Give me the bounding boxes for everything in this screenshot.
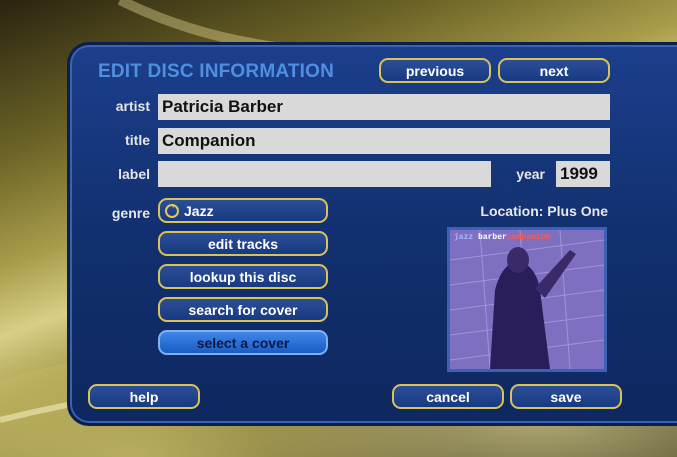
help-button[interactable]: help bbox=[88, 384, 200, 409]
select-cover-button[interactable]: select a cover bbox=[158, 330, 328, 355]
title-label: title bbox=[125, 132, 150, 148]
cancel-button[interactable]: cancel bbox=[392, 384, 504, 409]
location-text: Location: Plus One bbox=[480, 203, 608, 219]
label-field[interactable] bbox=[158, 161, 491, 187]
genre-selector[interactable]: Jazz bbox=[158, 198, 328, 223]
label-label: label bbox=[118, 166, 150, 182]
cover-caption: jazz barbercompanion bbox=[454, 233, 550, 242]
title-field[interactable]: Companion bbox=[158, 128, 610, 154]
previous-button[interactable]: previous bbox=[379, 58, 491, 83]
edit-tracks-button[interactable]: edit tracks bbox=[158, 231, 328, 256]
next-button[interactable]: next bbox=[498, 58, 610, 83]
search-cover-button[interactable]: search for cover bbox=[158, 297, 328, 322]
cycle-icon bbox=[165, 203, 179, 218]
cover-caption-right: companion bbox=[506, 233, 551, 242]
lookup-disc-button[interactable]: lookup this disc bbox=[158, 264, 328, 289]
cover-caption-mid: barber bbox=[478, 233, 507, 242]
cover-caption-left: jazz bbox=[454, 233, 474, 242]
cover-art-image bbox=[450, 230, 604, 369]
save-button[interactable]: save bbox=[510, 384, 622, 409]
artist-label: artist bbox=[115, 98, 150, 114]
year-label: year bbox=[516, 166, 545, 182]
page-title: EDIT DISC INFORMATION bbox=[98, 61, 335, 82]
genre-label: genre bbox=[111, 205, 150, 221]
artist-field[interactable]: Patricia Barber bbox=[158, 94, 610, 120]
genre-value: Jazz bbox=[184, 202, 214, 219]
album-cover[interactable]: jazz barbercompanion bbox=[447, 227, 607, 372]
year-field[interactable]: 1999 bbox=[556, 161, 610, 187]
